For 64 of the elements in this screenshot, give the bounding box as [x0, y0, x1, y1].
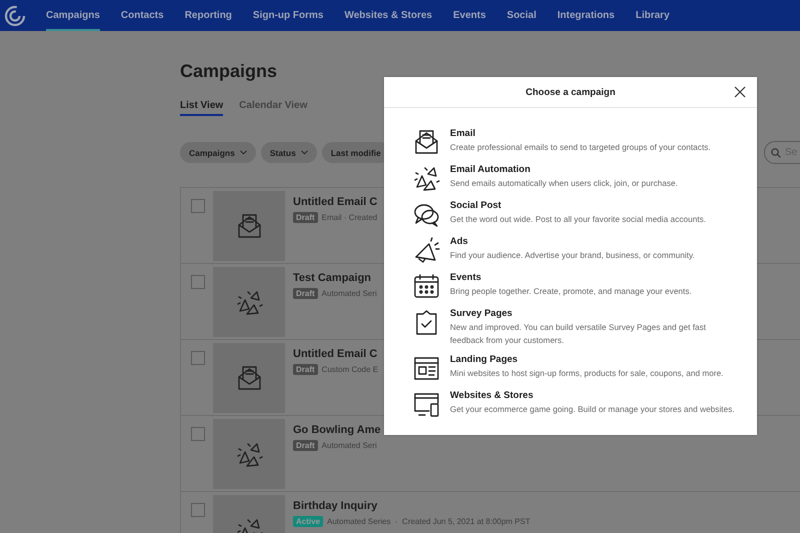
status-badge: Draft	[293, 212, 318, 223]
page-title: Campaigns	[180, 61, 278, 82]
status-badge: Draft	[293, 440, 318, 451]
campaign-meta: Automated Seri	[322, 441, 377, 450]
nav-link[interactable]: Social	[506, 0, 536, 31]
row-checkbox[interactable]	[191, 427, 205, 441]
option-description: Get your ecommerce game going. Build or manage your stores and websites.	[450, 403, 735, 416]
nav-link[interactable]: Library	[636, 0, 670, 31]
ads-option-icon	[413, 237, 440, 264]
campaign-title[interactable]: Birthday Inquiry	[293, 500, 530, 512]
row-checkbox[interactable]	[191, 199, 205, 213]
filter-dropdown[interactable]: Status	[260, 142, 317, 163]
status-badge: Draft	[293, 364, 318, 375]
events-option-icon	[413, 273, 440, 300]
row-checkbox[interactable]	[191, 351, 205, 365]
filter-dropdown[interactable]: Campaigns	[180, 142, 256, 163]
campaign-meta: Automated Series · Created Jun 5, 2021 at 8:00pm PST	[327, 517, 530, 526]
status-badge: Active	[293, 516, 324, 527]
party-popper-icon	[236, 440, 262, 468]
campaign-meta: Email · Created	[322, 213, 378, 222]
party-popper-icon	[236, 288, 262, 316]
close-icon	[733, 85, 747, 99]
campaign-title[interactable]: Untitled Email C	[293, 196, 378, 208]
option-description: Get the word out wide. Post to all your favorite social media accounts.	[450, 213, 706, 226]
nav-link[interactable]: Campaigns	[46, 0, 100, 31]
nav-link[interactable]: Websites & Stores	[344, 0, 432, 31]
nav-link[interactable]: Contacts	[120, 0, 164, 31]
row-checkbox[interactable]	[191, 275, 205, 289]
status-badge: Draft	[293, 288, 318, 299]
option-description: Create professional emails to send to targeted groups of your contacts.	[450, 141, 711, 154]
campaign-meta: Custom Code E	[322, 365, 378, 374]
logo-icon[interactable]	[4, 4, 26, 26]
option-title[interactable]: Email	[450, 128, 711, 139]
dialog-title: Choose a campaign	[526, 86, 616, 98]
envelope-icon	[236, 212, 262, 240]
envelope-icon	[236, 364, 262, 392]
nav-link[interactable]: Integrations	[557, 0, 615, 31]
option-title[interactable]: Survey Pages	[450, 308, 739, 319]
option-title[interactable]: Social Post	[450, 200, 706, 211]
close-button[interactable]	[733, 85, 747, 99]
email-option-icon	[413, 129, 440, 156]
option-description: Send emails automatically when users click, join, or purchase.	[450, 177, 678, 190]
website-option-icon	[413, 391, 440, 418]
campaign-title[interactable]: Untitled Email C	[293, 348, 378, 360]
option-description: Bring people together. Create, promote, and manage your events.	[450, 285, 692, 298]
option-description: Mini websites to host sign-up forms, products for sale, coupons, and more.	[450, 367, 724, 380]
row-checkbox[interactable]	[191, 503, 205, 517]
option-title[interactable]: Landing Pages	[450, 354, 724, 365]
automation-option-icon	[413, 165, 440, 192]
option-title[interactable]: Websites & Stores	[450, 390, 735, 401]
option-description: New and improved. You can build versatile Survey Pages and get fast feedback from your customers.	[450, 321, 707, 346]
option-title[interactable]: Ads	[450, 236, 695, 247]
view-tab[interactable]: List View	[180, 100, 224, 116]
campaign-meta: Automated Seri	[322, 289, 377, 298]
nav-link[interactable]: Reporting	[184, 0, 232, 31]
campaign-title[interactable]: Test Campaign	[293, 272, 377, 284]
option-description: Find your audience. Advertise your brand, business, or community.	[450, 249, 695, 262]
nav-link[interactable]: Sign-up Forms	[252, 0, 324, 31]
option-title[interactable]: Events	[450, 272, 692, 283]
nav-link[interactable]: Events	[453, 0, 486, 31]
option-title[interactable]: Email Automation	[450, 164, 678, 175]
campaign-title[interactable]: Go Bowling Ame	[293, 424, 381, 436]
search-icon	[771, 148, 781, 158]
landing-option-icon	[413, 355, 440, 382]
